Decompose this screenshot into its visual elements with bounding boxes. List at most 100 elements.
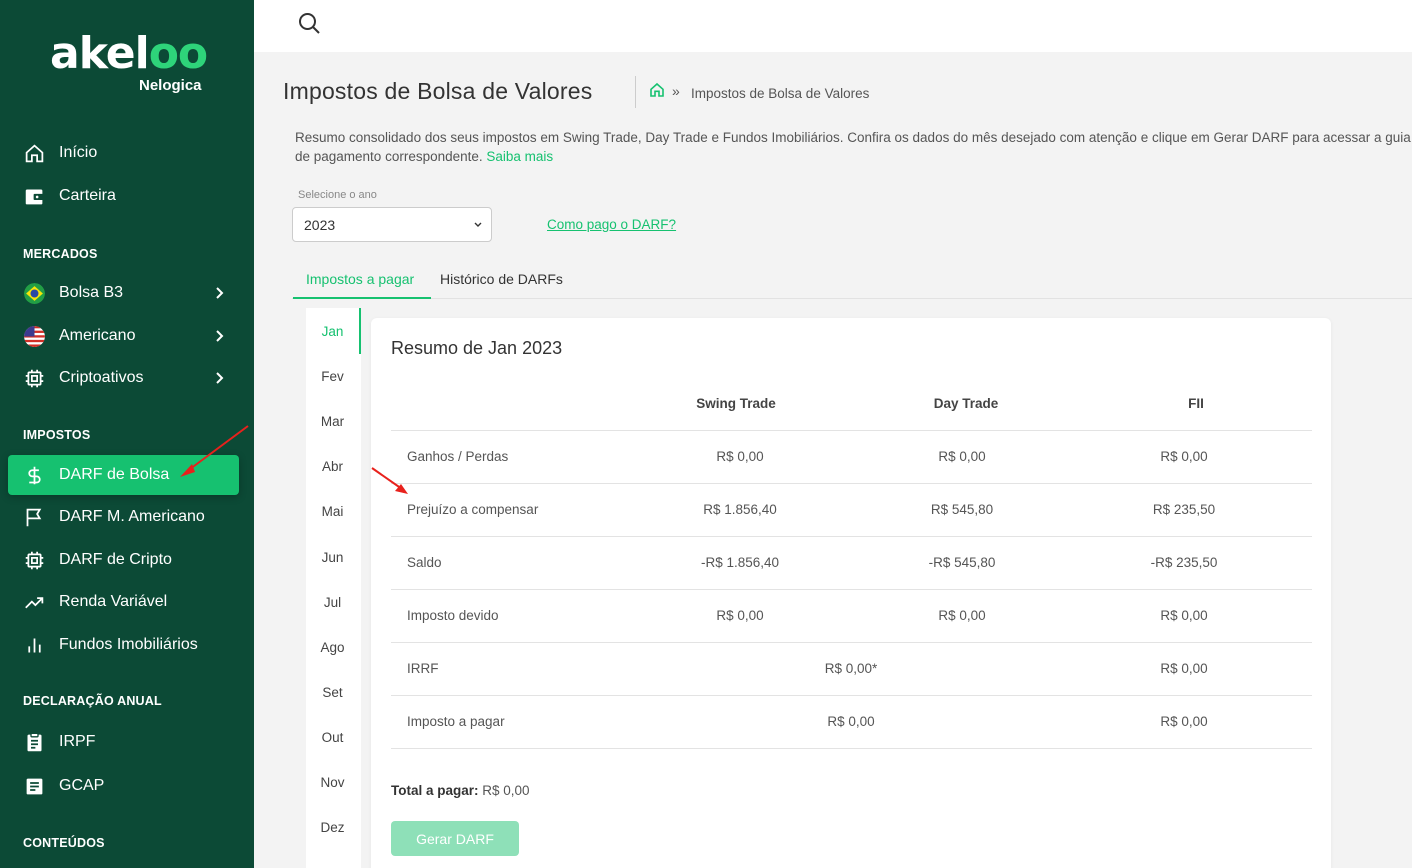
trending-up-icon [23,591,45,613]
month-jul[interactable]: Jul [306,595,359,610]
sidebar-item-label: Fundos Imobiliários [59,636,198,653]
month-dez[interactable]: Dez [306,820,359,835]
row-label-saldo: Saldo [407,555,442,570]
cell-swing-trade: R$ 1.856,40 [703,502,777,517]
wallet-icon [23,185,45,207]
chip-icon [23,367,45,389]
month-jan[interactable]: Jan [306,324,359,339]
year-select-value: 2023 [304,216,336,233]
section-mercados: MERCADOS [23,247,98,261]
sidebar-item-darf-americano[interactable]: DARF M. Americano [8,497,239,537]
sidebar-item-label: GCAP [59,777,105,794]
month-nov[interactable]: Nov [306,775,359,790]
title-divider [635,76,636,108]
row-divider [391,430,1312,431]
sidebar-item-inicio[interactable]: Início [8,133,239,173]
row-label-ganhos-perdas: Ganhos / Perdas [407,449,509,464]
total-label: Total a pagar: [391,783,479,798]
sidebar-item-irpf[interactable]: IRPF [8,722,239,762]
dollar-icon [23,464,45,486]
page-title: Impostos de Bolsa de Valores [283,78,593,104]
row-divider [391,483,1312,484]
search-icon[interactable] [297,11,321,35]
cell-fii: -R$ 235,50 [1150,555,1218,570]
sidebar-item-carteira[interactable]: Carteira [8,176,239,216]
cell-day-trade: R$ 545,80 [930,502,994,517]
sidebar-item-label: Criptoativos [59,369,144,386]
topbar [254,0,1412,52]
tab-active-indicator [293,297,431,299]
sidebar-item-label: Bolsa B3 [59,284,124,301]
month-fev[interactable]: Fev [306,369,359,384]
sidebar-item-label: DARF M. Americano [59,508,205,525]
saiba-mais-link[interactable]: Saiba mais [486,149,553,164]
month-abr[interactable]: Abr [306,459,359,474]
usa-flag-icon [23,325,45,347]
chevron-right-icon [216,330,224,342]
sidebar-item-darf-bolsa[interactable]: DARF de Bolsa [8,455,239,495]
sidebar-item-darf-cripto[interactable]: DARF de Cripto [8,540,239,580]
month-mai[interactable]: Mai [306,504,359,519]
row-divider [391,589,1312,590]
cell-day-trade: R$ 0,00 [938,449,986,464]
tabs-divider [292,298,1412,299]
month-jun[interactable]: Jun [306,550,359,565]
sidebar-item-label: Americano [59,327,136,344]
cell-fii: R$ 235,50 [1152,502,1216,517]
sidebar-item-americano[interactable]: Americano [8,316,239,356]
logo-subtitle: Nelogica [139,77,202,94]
sidebar-item-label: Início [59,144,98,161]
row-divider [391,642,1312,643]
sidebar-item-renda-variavel[interactable]: Renda Variável [8,582,239,622]
year-select[interactable]: 2023 [292,207,492,242]
month-active-indicator [359,308,361,354]
breadcrumb-home-icon[interactable] [649,82,665,98]
cell-swing-day-trade-merged: R$ 0,00* [824,661,878,676]
month-set[interactable]: Set [306,685,359,700]
sidebar-item-fundos-imobiliarios[interactable]: Fundos Imobiliários [8,625,239,665]
sidebar-item-gcap[interactable]: GCAP [8,766,239,806]
chip-icon [23,549,45,571]
sidebar-item-label: Renda Variável [59,593,168,610]
brazil-flag-icon [23,282,45,304]
year-select-label: Selecione o ano [298,189,377,201]
chevron-down-icon [474,222,482,227]
section-impostos: IMPOSTOS [23,428,91,442]
brand-logo[interactable]: akeloo Nelogica [50,30,208,95]
cell-swing-trade: R$ 0,00 [716,449,764,464]
tab-historico-darfs[interactable]: Histórico de DARFs [440,271,563,287]
sidebar-item-criptoativos[interactable]: Criptoativos [8,358,239,398]
section-conteudos: CONTEÚDOS [23,836,105,850]
sidebar-item-bolsa-b3[interactable]: Bolsa B3 [8,273,239,313]
row-divider [391,695,1312,696]
summary-card: Resumo de Jan 2023 Swing Trade Day Trade… [371,318,1331,868]
sidebar-item-label: DARF de Bolsa [59,466,170,483]
home-icon [23,142,45,164]
column-header-swing-trade: Swing Trade [696,396,776,411]
tab-impostos-a-pagar[interactable]: Impostos a pagar [306,271,414,287]
cell-fii: R$ 0,00 [1160,661,1208,676]
how-pay-darf-link[interactable]: Como pago o DARF? [547,217,676,232]
row-label-imposto-devido: Imposto devido [407,608,499,623]
chevron-right-icon [216,372,224,384]
sidebar-item-label: DARF de Cripto [59,551,172,568]
cell-swing-day-trade-merged: R$ 0,00 [827,714,875,729]
month-mar[interactable]: Mar [306,414,359,429]
cell-day-trade: R$ 0,00 [938,608,986,623]
total-to-pay: Total a pagar: R$ 0,00 [391,783,530,798]
month-list: Jan Fev Mar Abr Mai Jun Jul Ago Set Out … [306,308,361,868]
intro-text: Resumo consolidado dos seus impostos em … [295,130,1411,164]
flag-icon [23,506,45,528]
total-value: R$ 0,00 [478,783,530,798]
sidebar-item-label: Carteira [59,187,116,204]
clipboard-icon [23,731,45,753]
cell-swing-trade: -R$ 1.856,40 [700,555,780,570]
row-label-imposto-a-pagar: Imposto a pagar [407,714,505,729]
cell-day-trade: -R$ 545,80 [928,555,996,570]
cell-fii: R$ 0,00 [1160,608,1208,623]
sidebar-item-label: IRPF [59,733,96,750]
summary-title: Resumo de Jan 2023 [391,338,563,358]
month-ago[interactable]: Ago [306,640,359,655]
gerar-darf-button[interactable]: Gerar DARF [391,821,519,856]
month-out[interactable]: Out [306,730,359,745]
